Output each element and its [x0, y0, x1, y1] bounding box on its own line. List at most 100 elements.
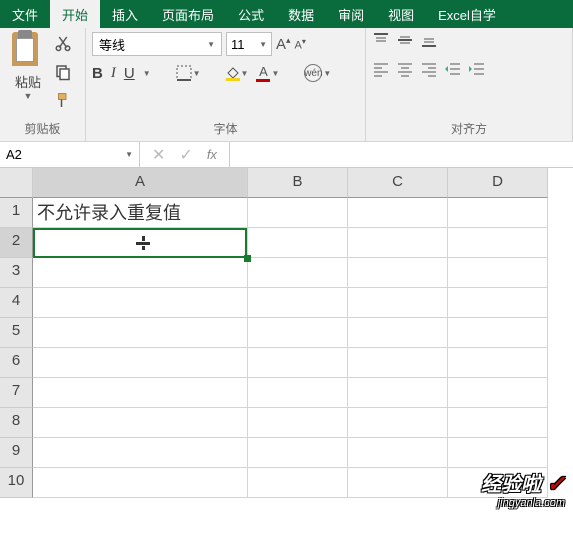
cell-b8[interactable] [248, 408, 348, 438]
copy-button[interactable] [54, 63, 72, 86]
fill-handle[interactable] [244, 255, 251, 262]
tab-data[interactable]: 数据 [276, 0, 326, 28]
cell-d3[interactable] [448, 258, 548, 288]
cell-a3[interactable] [33, 258, 248, 288]
col-header-a[interactable]: A [33, 168, 248, 198]
row-header-9[interactable]: 9 [0, 438, 33, 468]
formula-input[interactable] [230, 142, 573, 167]
fx-button[interactable]: fx [207, 147, 217, 162]
phonetic-button[interactable]: wén ▼ [304, 64, 331, 82]
chevron-down-icon: ▼ [323, 69, 331, 78]
cell-b9[interactable] [248, 438, 348, 468]
cell-a1[interactable]: 不允许录入重复值 [33, 198, 248, 228]
align-top-button[interactable] [372, 32, 390, 53]
row-header-8[interactable]: 8 [0, 408, 33, 438]
cell-c9[interactable] [348, 438, 448, 468]
align-top-icon [372, 32, 390, 48]
increase-font-button[interactable]: A▴ [276, 35, 291, 53]
cell-c3[interactable] [348, 258, 448, 288]
cell-a9[interactable] [33, 438, 248, 468]
cell-d2[interactable] [448, 228, 548, 258]
align-center-button[interactable] [396, 61, 414, 82]
cell-c8[interactable] [348, 408, 448, 438]
align-right-button[interactable] [420, 61, 438, 82]
group-clipboard: 粘贴 ▼ 剪贴板 [0, 28, 86, 141]
cell-c5[interactable] [348, 318, 448, 348]
cell-c7[interactable] [348, 378, 448, 408]
cell-a7[interactable] [33, 378, 248, 408]
paste-button[interactable]: 粘贴 ▼ [6, 32, 50, 101]
row-header-7[interactable]: 7 [0, 378, 33, 408]
paste-label: 粘贴 [15, 72, 41, 91]
align-middle-button[interactable] [396, 32, 414, 53]
tab-review[interactable]: 审阅 [326, 0, 376, 28]
tab-formula[interactable]: 公式 [226, 0, 276, 28]
cell-b6[interactable] [248, 348, 348, 378]
chevron-down-icon: ▼ [259, 40, 267, 49]
tab-custom[interactable]: Excel自学 [426, 0, 508, 28]
cell-b2[interactable] [248, 228, 348, 258]
phonetic-icon: wén [304, 64, 322, 82]
cell-d8[interactable] [448, 408, 548, 438]
clipboard-icon [10, 32, 46, 70]
cell-a5[interactable] [33, 318, 248, 348]
row-header-6[interactable]: 6 [0, 348, 33, 378]
align-left-button[interactable] [372, 61, 390, 82]
cell-c10[interactable] [348, 468, 448, 498]
cell-b4[interactable] [248, 288, 348, 318]
cell-a8[interactable] [33, 408, 248, 438]
underline-button[interactable]: U [124, 65, 135, 82]
cell-d4[interactable] [448, 288, 548, 318]
font-color-button[interactable]: A ▼ [256, 64, 279, 82]
tab-home[interactable]: 开始 [50, 0, 100, 28]
cell-c1[interactable] [348, 198, 448, 228]
cell-c6[interactable] [348, 348, 448, 378]
decrease-font-button[interactable]: A▾ [295, 37, 306, 52]
tab-insert[interactable]: 插入 [100, 0, 150, 28]
cell-b1[interactable] [248, 198, 348, 228]
decrease-indent-button[interactable] [444, 61, 462, 82]
format-painter-button[interactable] [54, 92, 72, 115]
row-header-1[interactable]: 1 [0, 198, 33, 228]
cancel-icon[interactable]: ✕ [152, 145, 165, 165]
cell-a4[interactable] [33, 288, 248, 318]
cell-d1[interactable] [448, 198, 548, 228]
font-name-combo[interactable]: 等线 ▼ [92, 32, 222, 56]
row-header-5[interactable]: 5 [0, 318, 33, 348]
increase-indent-button[interactable] [468, 61, 486, 82]
cell-a6[interactable] [33, 348, 248, 378]
cell-d7[interactable] [448, 378, 548, 408]
cell-b5[interactable] [248, 318, 348, 348]
row-header-4[interactable]: 4 [0, 288, 33, 318]
fill-color-button[interactable]: ▼ [226, 66, 249, 81]
col-header-b[interactable]: B [248, 168, 348, 198]
cell-c4[interactable] [348, 288, 448, 318]
row-header-10[interactable]: 10 [0, 468, 33, 498]
select-all-corner[interactable] [0, 168, 33, 198]
italic-button[interactable]: I [111, 65, 116, 82]
col-header-d[interactable]: D [448, 168, 548, 198]
bold-button[interactable]: B [92, 65, 103, 82]
cell-c2[interactable] [348, 228, 448, 258]
cell-d9[interactable] [448, 438, 548, 468]
dropdown-icon: ▼ [24, 91, 33, 101]
cut-button[interactable] [54, 34, 72, 57]
ribbon-tabs: 文件 开始 插入 页面布局 公式 数据 审阅 视图 Excel自学 [0, 0, 573, 28]
cell-d6[interactable] [448, 348, 548, 378]
row-header-3[interactable]: 3 [0, 258, 33, 288]
cell-d5[interactable] [448, 318, 548, 348]
row-header-2[interactable]: 2 [0, 228, 33, 258]
name-box[interactable]: A2 ▼ [0, 142, 140, 167]
tab-page-layout[interactable]: 页面布局 [150, 0, 226, 28]
confirm-icon[interactable]: ✓ [179, 145, 192, 165]
cell-b7[interactable] [248, 378, 348, 408]
tab-view[interactable]: 视图 [376, 0, 426, 28]
font-size-combo[interactable]: 11 ▼ [226, 32, 272, 56]
cell-b10[interactable] [248, 468, 348, 498]
align-bottom-button[interactable] [420, 32, 438, 53]
col-header-c[interactable]: C [348, 168, 448, 198]
cell-b3[interactable] [248, 258, 348, 288]
tab-file[interactable]: 文件 [0, 0, 50, 28]
borders-button[interactable]: ▼ [176, 65, 201, 81]
cell-a10[interactable] [33, 468, 248, 498]
